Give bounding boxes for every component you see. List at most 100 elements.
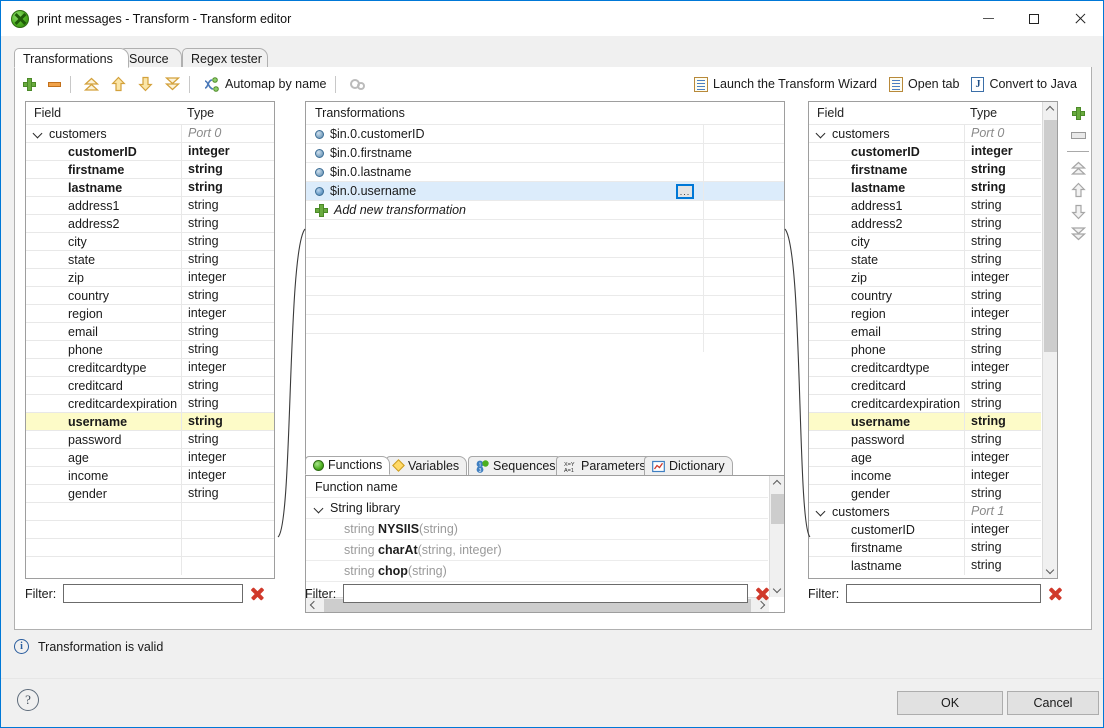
table-row[interactable]: creditcardtypeinteger [26,358,274,376]
output-group-row[interactable]: customersPort 1 [809,502,1041,520]
table-row[interactable]: regioninteger [809,304,1041,322]
output-filter-field[interactable] [846,584,1041,603]
input-filter-field[interactable] [63,584,243,603]
table-row[interactable]: phonestring [809,340,1041,358]
tab-source[interactable]: Source [120,48,182,68]
table-row[interactable]: creditcardexpirationstring [26,394,274,412]
table-row[interactable]: address2string [809,214,1041,232]
table-row[interactable]: genderstring [26,484,274,502]
add-field-button[interactable] [19,71,40,97]
table-row[interactable]: ageinteger [26,448,274,466]
table-row[interactable]: emailstring [26,322,274,340]
clear-transformations-filter-icon[interactable] [755,587,769,601]
transformation-rows[interactable]: $in.0.customerID$in.0.firstname$in.0.las… [306,124,784,352]
rename-output-field-button[interactable] [1068,126,1088,144]
automap-by-name-button[interactable]: Automap by name [199,71,330,97]
help-icon[interactable]: ? [17,689,39,711]
maximize-button[interactable] [1011,1,1057,36]
transformation-row[interactable]: $in.0.firstname [306,143,784,162]
functions-vertical-scrollbar[interactable] [769,476,784,597]
table-row[interactable]: creditcardtypeinteger [809,358,1041,376]
table-row[interactable]: address2string [26,214,274,232]
table-row[interactable]: genderstring [809,484,1041,502]
move-to-top-button[interactable] [1068,159,1088,177]
move-to-bottom-button[interactable] [1068,225,1088,243]
table-row[interactable]: countrystring [809,286,1041,304]
tab-regex-tester[interactable]: Regex tester [182,48,268,68]
table-row[interactable]: ageinteger [809,448,1041,466]
functions-scroll-thumb[interactable] [771,494,784,524]
functions-scroll-down-button[interactable] [770,581,785,597]
table-row[interactable]: address1string [26,196,274,214]
input-fields-rows[interactable]: customersPort 0customerIDintegerfirstnam… [26,124,274,578]
add-output-field-button[interactable] [1068,104,1088,122]
table-row[interactable]: passwordstring [809,430,1041,448]
table-row[interactable]: usernamestring [26,412,274,430]
open-expression-editor-button[interactable]: ... [676,184,694,199]
function-row[interactable]: string chop(string) [306,560,768,581]
chevron-down-icon[interactable] [817,507,826,516]
table-row[interactable]: emailstring [809,322,1041,340]
minimize-button[interactable] [965,1,1011,36]
add-new-transformation-row[interactable]: Add new transformation [306,200,784,219]
table-row[interactable]: citystring [809,232,1041,250]
table-row[interactable]: zipinteger [26,268,274,286]
function-rows[interactable]: String librarystring NYSIIS(string)strin… [306,497,768,596]
function-row[interactable]: string NYSIIS(string) [306,518,768,539]
table-row[interactable]: regioninteger [26,304,274,322]
transformation-row[interactable]: $in.0.lastname [306,162,784,181]
table-row[interactable]: firstnamestring [809,538,1041,556]
function-row[interactable]: string charAt(string, integer) [306,539,768,560]
move-down-button[interactable] [1068,203,1088,221]
chevron-down-icon[interactable] [315,504,324,513]
output-scroll-down-button[interactable] [1043,562,1058,578]
transformations-filter-field[interactable] [343,584,748,603]
table-row[interactable]: customerIDinteger [26,142,274,160]
move-top-button[interactable] [80,71,103,97]
move-bottom-button[interactable] [161,71,184,97]
tab-dictionary[interactable]: Dictionary [644,456,733,475]
input-group-row[interactable]: customersPort 0 [26,124,274,142]
tab-transformations[interactable]: Transformations [14,48,129,68]
chevron-down-icon[interactable] [817,129,826,138]
table-row[interactable]: lastnamestring [809,178,1041,196]
chevron-down-icon[interactable] [34,129,43,138]
function-library-row[interactable]: String library [306,497,768,518]
tab-functions[interactable]: Functions [305,456,390,475]
close-button[interactable] [1057,1,1103,36]
table-row[interactable]: lastnamestring [809,556,1041,574]
move-down-button[interactable] [134,71,157,97]
table-row[interactable]: usernamestring [809,412,1041,430]
clear-output-filter-icon[interactable] [1048,587,1062,601]
settings-button[interactable] [345,71,370,97]
table-row[interactable]: citystring [26,232,274,250]
remove-field-button[interactable] [44,71,65,97]
table-row[interactable]: customerIDinteger [809,142,1041,160]
functions-scroll-up-button[interactable] [770,476,785,492]
clear-input-filter-icon[interactable] [250,587,264,601]
table-row[interactable]: creditcardexpirationstring [809,394,1041,412]
table-row[interactable]: creditcardstring [809,376,1041,394]
table-row[interactable]: statestring [809,250,1041,268]
table-row[interactable]: firstnamestring [26,160,274,178]
tab-variables[interactable]: Variables [386,456,467,475]
move-up-button[interactable] [1068,181,1088,199]
output-group-row[interactable]: customersPort 0 [809,124,1041,142]
table-row[interactable]: statestring [26,250,274,268]
table-row[interactable]: incomeinteger [809,466,1041,484]
table-row[interactable]: firstnamestring [809,160,1041,178]
convert-to-java-button[interactable]: J Convert to Java [967,71,1081,97]
transformation-row[interactable]: $in.0.username... [306,181,784,200]
table-row[interactable]: lastnamestring [26,178,274,196]
tab-sequences[interactable]: 1 3 Sequences [468,456,564,475]
cancel-button[interactable]: Cancel [1007,691,1099,715]
launch-transform-wizard-button[interactable]: Launch the Transform Wizard [690,71,881,97]
table-row[interactable]: creditcardstring [26,376,274,394]
tab-parameters[interactable]: X=Y A=1 Parameters [556,456,654,475]
table-row[interactable]: incomeinteger [26,466,274,484]
table-row[interactable]: address1string [809,196,1041,214]
transformation-row[interactable]: $in.0.customerID [306,124,784,143]
output-scroll-up-button[interactable] [1043,102,1058,118]
table-row[interactable]: countrystring [26,286,274,304]
table-row[interactable]: customerIDinteger [809,520,1041,538]
